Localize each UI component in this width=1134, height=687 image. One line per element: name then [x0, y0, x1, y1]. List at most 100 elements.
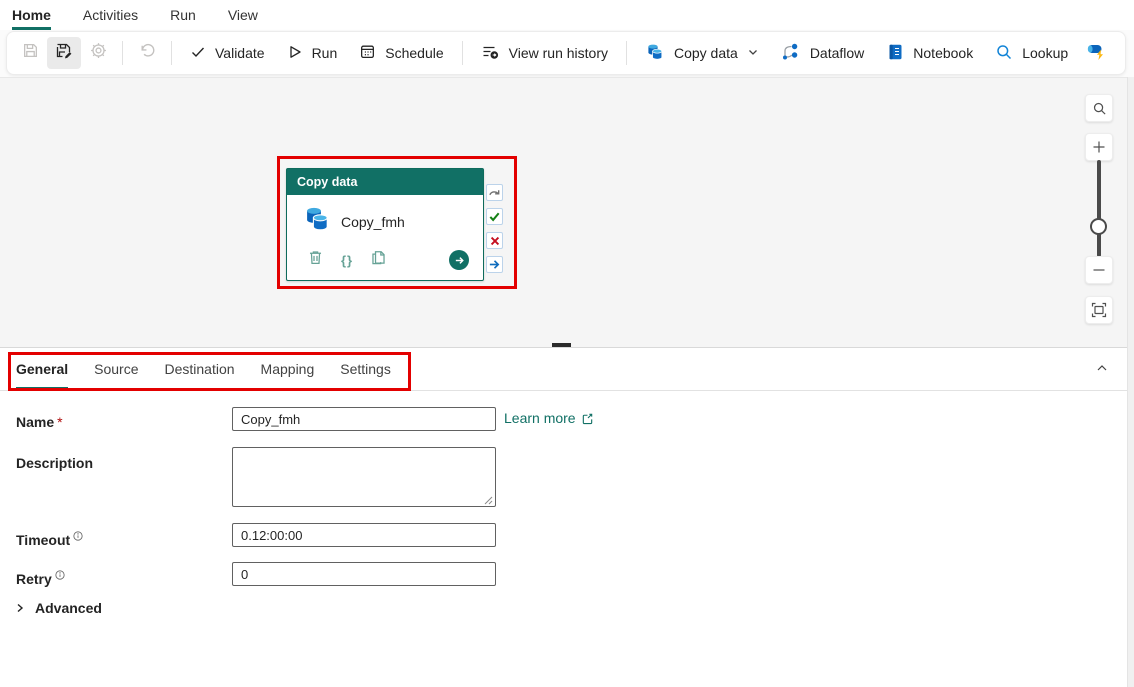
notebook-button[interactable]: Notebook	[875, 37, 984, 69]
learn-more-label: Learn more	[504, 410, 576, 426]
required-asterisk: *	[57, 414, 62, 430]
undo-button[interactable]	[130, 37, 164, 69]
tab-mapping[interactable]: Mapping	[261, 348, 315, 390]
code-braces-icon[interactable]: {}	[341, 253, 353, 268]
toolbar-separator	[462, 41, 463, 65]
fail-x-icon	[489, 235, 501, 247]
lookup-button[interactable]: Lookup	[984, 37, 1079, 69]
dataflow-button[interactable]: Dataflow	[770, 37, 875, 69]
menu-tab-home[interactable]: Home	[12, 0, 51, 30]
retry-input[interactable]	[232, 562, 496, 586]
dataflow-icon	[781, 42, 801, 65]
info-icon	[73, 528, 83, 544]
open-activity-arrow-icon[interactable]	[449, 250, 469, 270]
activity-card-header: Copy data	[287, 169, 483, 195]
completion-arrow-icon	[488, 258, 501, 271]
activity-card-body: Copy_fmh {}	[287, 195, 483, 280]
on-skip-port[interactable]	[486, 184, 503, 201]
copy-data-label: Copy data	[674, 45, 738, 61]
schedule-button[interactable]: Schedule	[348, 37, 454, 69]
run-button[interactable]: Run	[276, 37, 349, 69]
search-icon	[1092, 101, 1107, 116]
advanced-expander[interactable]: Advanced	[14, 600, 102, 616]
save-button[interactable]	[13, 37, 47, 69]
schedule-label: Schedule	[385, 45, 443, 61]
advanced-label: Advanced	[35, 600, 102, 616]
notebook-label: Notebook	[913, 45, 973, 61]
run-history-icon	[481, 44, 500, 63]
timeout-label: Timeout	[16, 528, 83, 548]
toolbar-separator	[171, 41, 172, 65]
clone-activity-icon[interactable]	[370, 249, 387, 271]
zoom-out-button[interactable]	[1085, 256, 1113, 284]
fit-screen-icon	[1091, 302, 1107, 318]
properties-panel: General Source Destination Mapping Setti…	[0, 347, 1127, 687]
pipeline-canvas[interactable]: Copy data Copy_fmh {}	[0, 77, 1134, 347]
timeout-input[interactable]	[232, 523, 496, 547]
view-run-history-label: View run history	[509, 45, 608, 61]
menu-tab-activities[interactable]: Activities	[83, 0, 138, 30]
name-label: Name*	[16, 414, 63, 430]
learn-more-link[interactable]: Learn more	[504, 410, 594, 426]
save-as-button[interactable]	[47, 37, 81, 69]
retry-label: Retry	[16, 567, 65, 587]
tab-settings[interactable]: Settings	[340, 348, 391, 390]
on-fail-port[interactable]	[486, 232, 503, 249]
toolbar-separator	[626, 41, 627, 65]
minus-icon	[1091, 262, 1107, 278]
copy-data-icon	[302, 204, 332, 239]
menubar: Home Activities Run View	[0, 0, 1134, 30]
delete-activity-icon[interactable]	[307, 249, 324, 271]
toolbar-strip: Validate Run Schedule	[0, 30, 1134, 77]
tab-destination[interactable]: Destination	[165, 348, 235, 390]
tab-general[interactable]: General	[16, 348, 68, 390]
timeout-label-text: Timeout	[16, 532, 70, 548]
name-label-text: Name	[16, 414, 54, 430]
activity-card-actions: {}	[307, 249, 469, 271]
activity-type-label: Copy data	[297, 175, 357, 189]
name-input[interactable]	[232, 407, 496, 431]
gear-icon	[90, 42, 107, 64]
zoom-slider-track[interactable]	[1097, 160, 1101, 257]
copy-data-activity-button[interactable]: Copy data	[634, 37, 770, 69]
canvas-search-button[interactable]	[1085, 94, 1113, 122]
calendar-icon	[359, 43, 376, 63]
invoke-pipeline-icon	[1085, 41, 1107, 66]
toolbar: Validate Run Schedule	[6, 31, 1126, 75]
dataflow-label: Dataflow	[810, 45, 864, 61]
success-check-icon	[488, 210, 501, 223]
external-link-icon	[581, 412, 594, 425]
run-label: Run	[312, 45, 338, 61]
copy-data-activity-card[interactable]: Copy data Copy_fmh {}	[286, 168, 484, 281]
chevron-right-icon	[14, 602, 26, 614]
lookup-label: Lookup	[1022, 45, 1068, 61]
activity-name: Copy_fmh	[341, 214, 405, 230]
undo-icon	[139, 42, 156, 64]
skip-arrow-icon	[488, 186, 501, 199]
scrollbar-track[interactable]	[1127, 77, 1134, 687]
settings-button[interactable]	[81, 37, 115, 69]
lookup-icon	[995, 43, 1013, 64]
invoke-pipeline-button[interactable]	[1079, 37, 1113, 69]
tab-source[interactable]: Source	[94, 348, 138, 390]
on-completion-port[interactable]	[486, 256, 503, 273]
fit-to-screen-button[interactable]	[1085, 296, 1113, 324]
view-run-history-button[interactable]: View run history	[470, 37, 619, 69]
copy-data-icon	[645, 42, 665, 65]
chevron-down-icon	[747, 45, 759, 61]
description-label: Description	[16, 455, 93, 471]
retry-label-text: Retry	[16, 571, 52, 587]
play-icon	[287, 44, 303, 63]
zoom-in-button[interactable]	[1085, 133, 1113, 161]
zoom-slider-handle[interactable]	[1090, 218, 1107, 235]
menu-tab-view[interactable]: View	[228, 0, 258, 30]
properties-tabs: General Source Destination Mapping Setti…	[0, 348, 1127, 391]
save-edit-icon	[55, 42, 73, 65]
description-input[interactable]	[232, 447, 496, 507]
on-success-port[interactable]	[486, 208, 503, 225]
menu-tab-run[interactable]: Run	[170, 0, 196, 30]
validate-button[interactable]: Validate	[179, 37, 276, 69]
checkmark-icon	[190, 44, 206, 63]
validate-label: Validate	[215, 45, 265, 61]
collapse-panel-button[interactable]	[1095, 361, 1109, 380]
